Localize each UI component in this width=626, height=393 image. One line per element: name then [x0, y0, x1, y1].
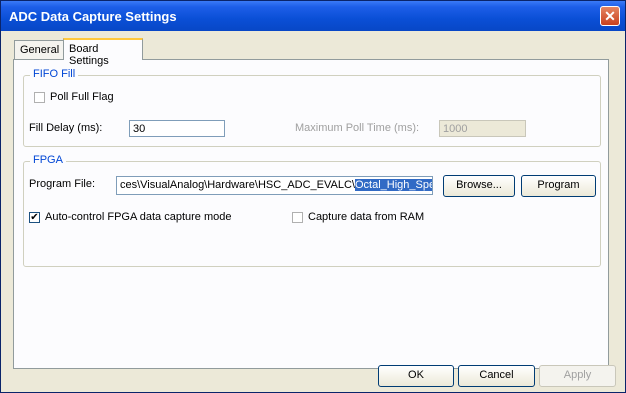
dialog-client-area: General Board Settings FIFO Fill Poll Fu… — [4, 31, 622, 389]
auto-control-label[interactable]: Auto-control FPGA data capture mode — [45, 211, 232, 223]
poll-full-flag-label[interactable]: Poll Full Flag — [50, 91, 114, 103]
program-file-label: Program File: — [29, 178, 96, 190]
window-title: ADC Data Capture Settings — [9, 9, 177, 24]
title-bar[interactable]: ADC Data Capture Settings ✕ — [1, 1, 625, 31]
fifo-fill-legend: FIFO Fill — [30, 68, 79, 80]
capture-ram-checkbox[interactable] — [292, 212, 303, 223]
close-icon: ✕ — [604, 8, 616, 24]
max-poll-time-label: Maximum Poll Time (ms): — [295, 122, 420, 134]
close-button[interactable]: ✕ — [600, 6, 620, 26]
poll-full-flag-checkbox[interactable] — [34, 92, 45, 103]
fpga-group: FPGA Program File: ces\VisualAnalog\Hard… — [23, 154, 601, 267]
program-file-selected-text: Octal_High_Speed.bir — [354, 179, 432, 191]
board-settings-panel: FIFO Fill Poll Full Flag Fill Delay (ms)… — [13, 59, 609, 369]
ok-button[interactable]: OK — [378, 365, 454, 387]
max-poll-time-field[interactable]: 1000 — [439, 120, 526, 137]
program-button[interactable]: Program — [521, 175, 596, 197]
tab-board-settings[interactable]: Board Settings — [63, 38, 143, 67]
tab-board-settings-label: Board Settings — [69, 43, 109, 67]
fpga-legend: FPGA — [30, 154, 66, 166]
cancel-button[interactable]: Cancel — [458, 365, 535, 387]
program-file-field[interactable]: ces\VisualAnalog\Hardware\HSC_ADC_EVALC\… — [116, 176, 433, 195]
fifo-fill-group: FIFO Fill Poll Full Flag Fill Delay (ms)… — [23, 68, 601, 147]
tab-general[interactable]: General — [14, 40, 64, 59]
checkmark-icon: ✔ — [30, 212, 39, 223]
browse-button[interactable]: Browse... — [443, 175, 515, 197]
auto-control-checkbox[interactable]: ✔ — [29, 212, 40, 223]
capture-ram-label[interactable]: Capture data from RAM — [308, 211, 424, 223]
apply-button[interactable]: Apply — [539, 365, 616, 387]
fill-delay-field[interactable]: 30 — [129, 120, 225, 137]
tab-general-label: General — [20, 44, 60, 56]
fill-delay-label: Fill Delay (ms): — [29, 122, 103, 134]
program-file-path: ces\VisualAnalog\Hardware\HSC_ADC_EVALC\ — [120, 179, 355, 191]
dialog-window: ADC Data Capture Settings ✕ General Boar… — [0, 0, 626, 393]
